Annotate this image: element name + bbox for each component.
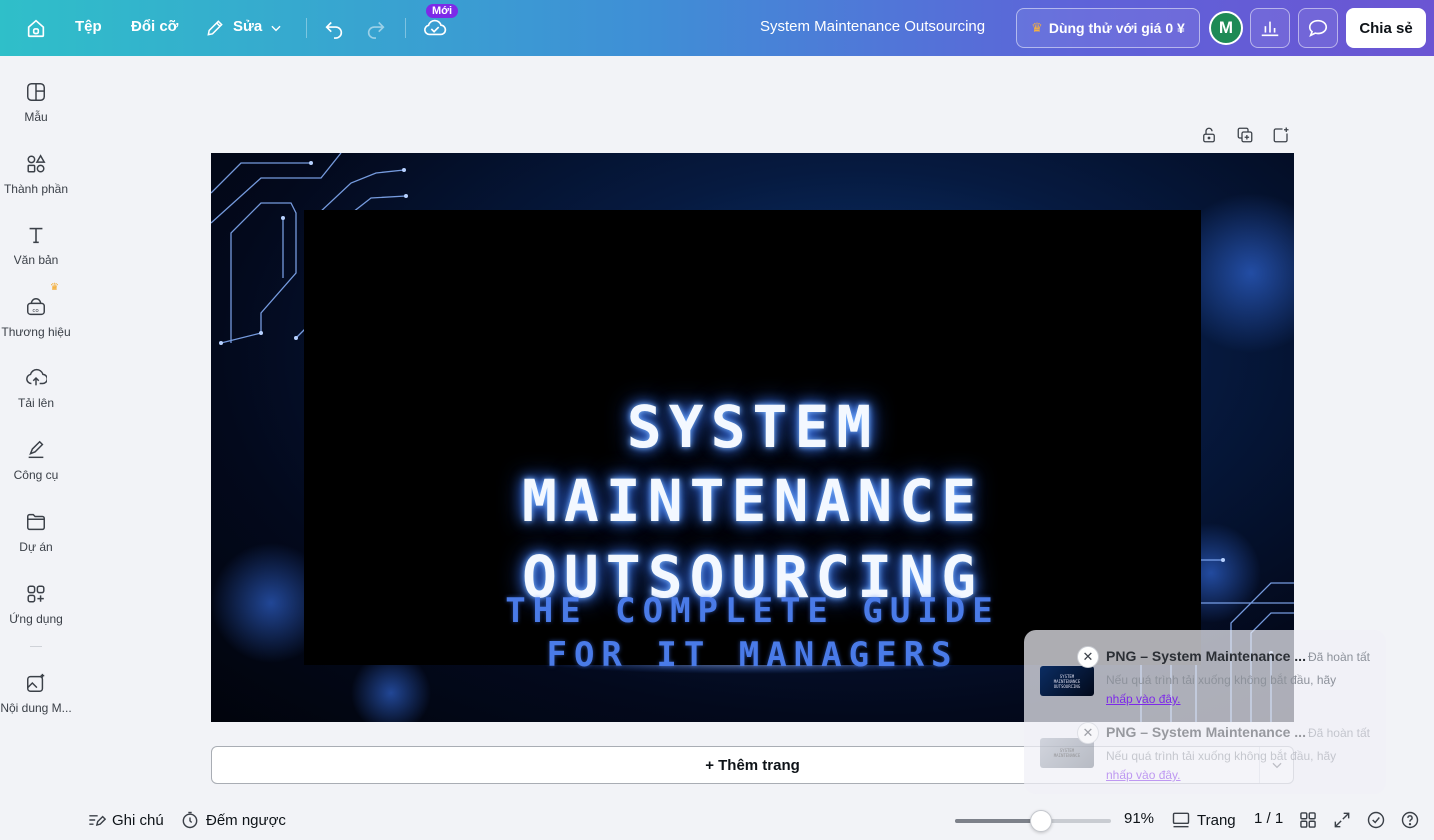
insights-button[interactable] (1250, 8, 1290, 48)
notification-description: Nếu quá trình tải xuống không bắt đầu, h… (1106, 673, 1337, 687)
timer-label: Đếm ngược (206, 811, 286, 829)
sidebar-item-label: Văn bản (13, 253, 59, 267)
page-counter-label: 1 / 1 (1254, 810, 1284, 827)
sidebar-item-elements[interactable]: Thành phần (0, 142, 72, 206)
grid-view-icon[interactable] (1298, 810, 1318, 830)
pages-button[interactable]: Trang (1171, 810, 1236, 830)
notification-title: PNG – System Maintenance ... (1106, 724, 1306, 740)
sidebar-item-label: Nội dung M... (0, 701, 72, 715)
timer-button[interactable]: Đếm ngược (180, 810, 286, 830)
divider (306, 18, 307, 38)
home-icon[interactable] (22, 14, 50, 42)
zoom-slider-fill (955, 819, 1041, 823)
apps-icon (24, 582, 48, 606)
edit-menu[interactable]: Sửa (233, 18, 262, 35)
design-thumbnail: SYSTEM MAINTENANCE OUTSOURCING (1040, 666, 1094, 696)
notification-status: Đã hoàn tất (1307, 726, 1370, 740)
download-link[interactable]: nhấp vào đây. (1106, 768, 1181, 782)
pages-icon (1172, 812, 1190, 828)
zoom-slider-handle[interactable] (1030, 810, 1052, 832)
folder-icon (24, 510, 48, 534)
bar-chart-icon (1261, 21, 1279, 37)
comments-button[interactable] (1298, 8, 1338, 48)
sidebar-item-apps[interactable]: Ứng dụng (0, 572, 72, 636)
new-badge: Mới (426, 4, 459, 18)
magic-media-icon (24, 671, 48, 695)
download-notifications: SYSTEM MAINTENANCE OUTSOURCING ✕ PNG – Sys… (1024, 630, 1386, 794)
draw-icon (24, 438, 48, 462)
slide-subtitle-line-1[interactable]: THE COMPLETE GUIDE (211, 591, 1294, 631)
slide-title-line-1[interactable]: SYSTEM (211, 393, 1294, 461)
divider (405, 18, 406, 38)
template-icon (24, 80, 48, 104)
sidebar-item-magic-media[interactable]: Nội dung M... (0, 661, 72, 725)
sidebar-item-text[interactable]: Văn bản (0, 213, 72, 277)
sidebar-item-brand[interactable]: co Thương hiệu (0, 285, 72, 349)
lock-icon[interactable] (1198, 124, 1220, 146)
help-icon[interactable] (1400, 810, 1420, 830)
zoom-slider[interactable] (955, 810, 1111, 832)
notes-icon (89, 815, 106, 826)
add-page-icon[interactable] (1270, 124, 1292, 146)
zoom-percent[interactable]: 91% (1124, 810, 1154, 827)
check-circle-icon[interactable] (1366, 810, 1386, 830)
svg-text:co: co (32, 308, 39, 314)
crown-icon: ♛ (1031, 20, 1043, 35)
resize-menu[interactable]: Đổi cỡ (131, 18, 178, 35)
timer-icon (182, 811, 198, 829)
sidebar-item-label: Thương hiệu (1, 325, 71, 339)
trial-button[interactable]: ♛ Dùng thử với giá 0 ¥ (1016, 8, 1200, 48)
upload-icon (24, 366, 48, 390)
bottom-bar: Ghi chú Đếm ngược 91% Trang 1 / 1 (72, 800, 1434, 840)
left-sidebar: Mẫu Thành phần Văn bản ♛ co Thương hiệu … (0, 56, 72, 840)
notification-description: Nếu quá trình tải xuống không bắt đầu, h… (1106, 749, 1337, 763)
notification-title: PNG – System Maintenance ... (1106, 648, 1306, 664)
sidebar-item-label: Dự án (19, 540, 53, 554)
notes-button[interactable]: Ghi chú (86, 810, 164, 830)
sidebar-item-label: Công cụ (13, 468, 59, 482)
chevron-down-icon[interactable] (262, 14, 290, 42)
zoom-percent-label: 91% (1124, 810, 1155, 827)
redo-icon[interactable] (362, 14, 390, 42)
fullscreen-icon[interactable] (1332, 810, 1352, 830)
sidebar-item-label: Tải lên (17, 396, 55, 410)
sidebar-item-uploads[interactable]: Tải lên (0, 356, 72, 420)
comment-icon (1308, 19, 1328, 37)
download-notification[interactable]: SYSTEM MAINTENANCE OUTSOURCING ✕ PNG – Sys… (1024, 644, 1386, 720)
close-icon[interactable]: ✕ (1077, 646, 1099, 668)
document-title[interactable]: System Maintenance Outsourcing (760, 18, 985, 35)
add-page-label: + Thêm trang (705, 756, 800, 774)
duplicate-page-icon[interactable] (1234, 124, 1256, 146)
sidebar-item-label: Ứng dụng (9, 612, 63, 626)
slide-title-line-2[interactable]: MAINTENANCE (211, 467, 1294, 535)
file-menu[interactable]: Tệp (75, 18, 102, 35)
sidebar-item-projects[interactable]: Dự án (0, 500, 72, 564)
sidebar-item-templates[interactable]: Mẫu (0, 70, 72, 134)
notification-status: Đã hoàn tất (1307, 650, 1370, 664)
avatar[interactable]: M (1209, 11, 1243, 45)
brand-icon: co (24, 295, 48, 319)
pages-label: Trang (1197, 811, 1236, 829)
page-counter: 1 / 1 (1254, 810, 1283, 827)
download-notification[interactable]: SYSTEM MAINTENANCE ✕ PNG – System Mainten… (1024, 720, 1386, 796)
pencil-icon[interactable] (201, 14, 229, 42)
top-bar: Tệp Đổi cỡ Sửa Mới System Maintenance Ou… (0, 0, 1434, 56)
notes-label: Ghi chú (112, 811, 164, 829)
close-icon[interactable]: ✕ (1077, 722, 1099, 744)
sidebar-item-label: Mẫu (24, 110, 48, 124)
download-link[interactable]: nhấp vào đây. (1106, 692, 1181, 706)
undo-icon[interactable] (320, 14, 348, 42)
elements-icon (24, 152, 48, 176)
cloud-saved-icon[interactable] (421, 14, 449, 42)
sidebar-item-label: Thành phần (3, 182, 69, 196)
sidebar-item-tools[interactable]: Công cụ (0, 428, 72, 492)
share-button[interactable]: Chia sẻ (1346, 8, 1426, 48)
trial-label: Dùng thử với giá 0 ¥ (1048, 20, 1185, 36)
text-icon (24, 223, 48, 247)
divider (30, 646, 42, 647)
